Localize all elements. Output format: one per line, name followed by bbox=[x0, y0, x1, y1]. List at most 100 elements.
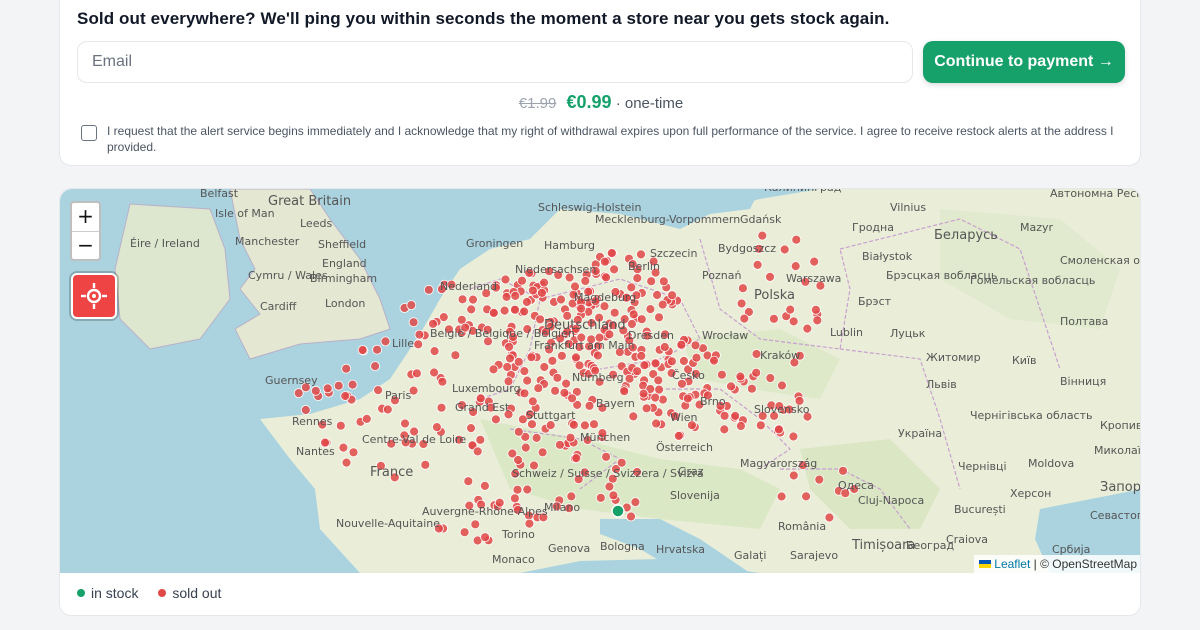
email-input[interactable] bbox=[77, 41, 913, 83]
store-marker-sold-out[interactable] bbox=[567, 393, 577, 404]
store-marker-sold-out[interactable] bbox=[838, 465, 848, 476]
store-marker-sold-out[interactable] bbox=[755, 420, 766, 431]
store-marker-sold-out[interactable] bbox=[790, 261, 801, 271]
store-marker-sold-out[interactable] bbox=[293, 388, 304, 399]
store-marker-sold-out[interactable] bbox=[824, 512, 835, 523]
store-marker-sold-out[interactable] bbox=[556, 294, 566, 305]
store-marker-sold-out[interactable] bbox=[730, 410, 741, 421]
store-marker-sold-out[interactable] bbox=[757, 230, 768, 241]
store-marker-sold-out[interactable] bbox=[537, 447, 548, 458]
store-marker-sold-out[interactable] bbox=[420, 459, 431, 470]
leaflet-link[interactable]: Leaflet bbox=[994, 557, 1030, 571]
store-marker-sold-out[interactable] bbox=[606, 248, 617, 258]
store-marker-sold-out[interactable] bbox=[519, 306, 530, 317]
store-marker-sold-out[interactable] bbox=[522, 484, 533, 495]
store-marker-sold-out[interactable] bbox=[347, 379, 358, 390]
store-marker-sold-out[interactable] bbox=[510, 291, 521, 301]
store-marker-sold-out[interactable] bbox=[785, 304, 796, 315]
store-marker-sold-out[interactable] bbox=[735, 371, 746, 382]
store-marker-sold-out[interactable] bbox=[673, 430, 684, 441]
store-marker-sold-out[interactable] bbox=[500, 274, 511, 285]
store-marker-sold-out[interactable] bbox=[645, 304, 656, 314]
store-marker-sold-out[interactable] bbox=[653, 375, 664, 386]
store-marker-sold-out[interactable] bbox=[437, 376, 448, 387]
store-marker-sold-out[interactable] bbox=[370, 361, 381, 372]
store-marker-sold-out[interactable] bbox=[561, 378, 572, 389]
store-marker-in-stock[interactable] bbox=[611, 504, 625, 518]
store-marker-sold-out[interactable] bbox=[632, 366, 643, 377]
store-marker-sold-out[interactable] bbox=[646, 276, 657, 287]
store-marker-sold-out[interactable] bbox=[659, 342, 670, 352]
store-marker-sold-out[interactable] bbox=[479, 480, 490, 491]
store-marker-sold-out[interactable] bbox=[536, 288, 547, 298]
store-marker-sold-out[interactable] bbox=[736, 298, 747, 309]
store-marker-sold-out[interactable] bbox=[382, 404, 393, 415]
store-marker-sold-out[interactable] bbox=[488, 308, 499, 318]
store-marker-sold-out[interactable] bbox=[565, 432, 576, 443]
store-marker-sold-out[interactable] bbox=[463, 476, 474, 487]
store-marker-sold-out[interactable] bbox=[654, 384, 664, 395]
store-marker-sold-out[interactable] bbox=[654, 312, 664, 323]
store-marker-sold-out[interactable] bbox=[636, 314, 647, 325]
store-marker-sold-out[interactable] bbox=[769, 313, 779, 324]
store-marker-sold-out[interactable] bbox=[310, 385, 321, 396]
store-marker-sold-out[interactable] bbox=[709, 355, 719, 366]
store-marker-sold-out[interactable] bbox=[522, 375, 533, 386]
store-marker-sold-out[interactable] bbox=[533, 383, 544, 394]
store-marker-sold-out[interactable] bbox=[373, 385, 384, 396]
store-marker-sold-out[interactable] bbox=[423, 284, 434, 295]
store-marker-sold-out[interactable] bbox=[459, 527, 470, 538]
store-marker-sold-out[interactable] bbox=[490, 414, 501, 425]
store-marker-sold-out[interactable] bbox=[521, 297, 532, 307]
store-marker-sold-out[interactable] bbox=[505, 353, 515, 364]
store-marker-sold-out[interactable] bbox=[436, 402, 447, 413]
store-marker-sold-out[interactable] bbox=[406, 300, 417, 310]
store-marker-sold-out[interactable] bbox=[559, 387, 570, 398]
store-marker-sold-out[interactable] bbox=[788, 316, 799, 327]
store-marker-sold-out[interactable] bbox=[650, 358, 661, 369]
store-marker-sold-out[interactable] bbox=[512, 484, 523, 495]
store-marker-sold-out[interactable] bbox=[595, 492, 606, 503]
store-marker-sold-out[interactable] bbox=[788, 431, 799, 442]
store-marker-sold-out[interactable] bbox=[502, 362, 513, 372]
store-marker-sold-out[interactable] bbox=[472, 446, 483, 457]
store-marker-sold-out[interactable] bbox=[450, 350, 461, 361]
store-marker-sold-out[interactable] bbox=[547, 355, 558, 366]
store-marker-sold-out[interactable] bbox=[556, 350, 567, 361]
store-marker-sold-out[interactable] bbox=[335, 420, 346, 431]
store-marker-sold-out[interactable] bbox=[539, 362, 550, 372]
store-marker-sold-out[interactable] bbox=[527, 285, 538, 296]
store-marker-sold-out[interactable] bbox=[526, 352, 537, 363]
store-marker-sold-out[interactable] bbox=[429, 367, 440, 378]
store-marker-sold-out[interactable] bbox=[726, 381, 736, 392]
store-marker-sold-out[interactable] bbox=[357, 345, 368, 355]
store-marker-sold-out[interactable] bbox=[509, 493, 520, 504]
store-marker-sold-out[interactable] bbox=[639, 360, 650, 371]
store-marker-sold-out[interactable] bbox=[736, 421, 746, 431]
store-marker-sold-out[interactable] bbox=[340, 391, 351, 401]
store-marker-sold-out[interactable] bbox=[636, 249, 646, 260]
store-marker-sold-out[interactable] bbox=[466, 423, 476, 434]
store-marker-sold-out[interactable] bbox=[380, 336, 391, 347]
store-marker-sold-out[interactable] bbox=[624, 373, 635, 384]
store-marker-sold-out[interactable] bbox=[676, 339, 687, 350]
store-marker-sold-out[interactable] bbox=[788, 470, 799, 481]
store-marker-sold-out[interactable] bbox=[601, 272, 611, 283]
store-marker-sold-out[interactable] bbox=[411, 368, 422, 379]
store-marker-sold-out[interactable] bbox=[777, 380, 787, 391]
store-marker-sold-out[interactable] bbox=[717, 369, 727, 380]
store-marker-sold-out[interactable] bbox=[524, 518, 535, 529]
store-marker-sold-out[interactable] bbox=[414, 329, 425, 340]
store-marker-sold-out[interactable] bbox=[519, 366, 530, 377]
store-marker-sold-out[interactable] bbox=[609, 264, 619, 275]
store-marker-sold-out[interactable] bbox=[400, 418, 410, 429]
store-marker-sold-out[interactable] bbox=[341, 363, 352, 374]
store-marker-sold-out[interactable] bbox=[776, 491, 787, 502]
store-marker-sold-out[interactable] bbox=[619, 386, 630, 397]
store-marker-sold-out[interactable] bbox=[657, 299, 668, 310]
store-marker-sold-out[interactable] bbox=[576, 303, 586, 314]
store-marker-sold-out[interactable] bbox=[338, 442, 349, 453]
store-marker-sold-out[interactable] bbox=[608, 490, 619, 501]
store-marker-sold-out[interactable] bbox=[809, 256, 820, 267]
zoom-in-button[interactable]: + bbox=[72, 203, 99, 231]
